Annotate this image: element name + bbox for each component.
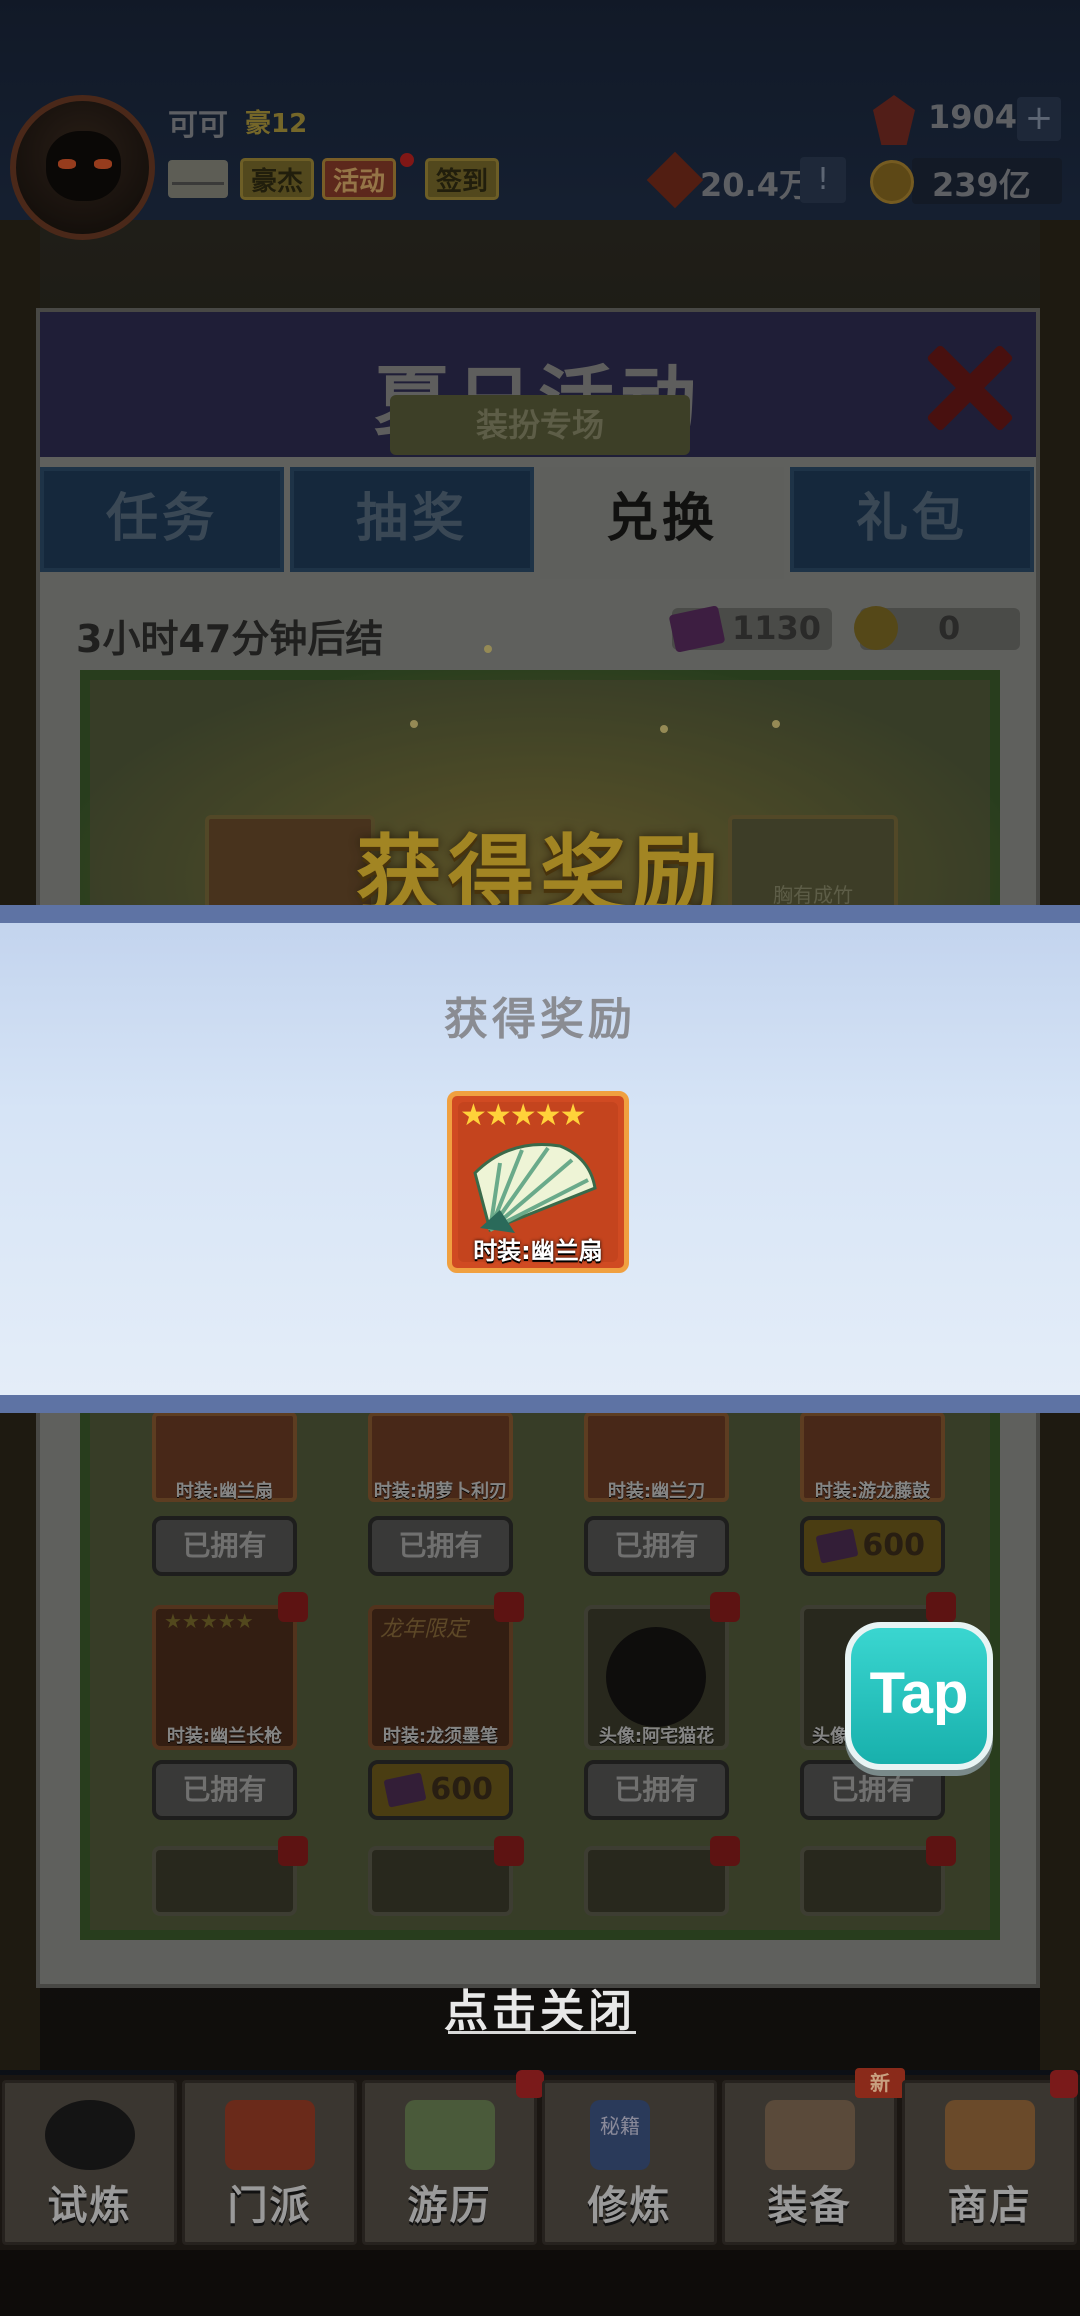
tap-to-close[interactable]: 点击关闭 [0, 1975, 1080, 2039]
close-hint-underline [448, 2031, 636, 2034]
red-badge [1050, 2070, 1078, 2098]
star-rating: ★★★★★ [460, 1098, 586, 1133]
reward-item-label: 时装:幽兰扇 [473, 1237, 603, 1265]
nav-label-travel: 游历 [407, 2183, 492, 2229]
bottom-strip [0, 2250, 1080, 2316]
book-title: 秘籍 [600, 2114, 640, 2138]
reward-popup: 获得奖励 ★★★★★ 时装:幽兰扇 [0, 905, 1080, 1413]
mountain-icon [405, 2100, 495, 2170]
tap-label: Tap [869, 1661, 969, 1726]
ninja-icon [45, 2100, 135, 2170]
sword-icon [765, 2100, 855, 2170]
nav-label-equipment: 装备 [767, 2183, 852, 2229]
nav-label-sect: 门派 [227, 2183, 312, 2229]
temple-icon [225, 2100, 315, 2170]
nav-label-trial: 试炼 [47, 2183, 132, 2229]
popup-title: 获得奖励 [444, 994, 636, 1045]
new-badge: 新 [855, 2068, 905, 2098]
nav-label-cultivate: 修炼 [587, 2183, 672, 2229]
shop-icon [945, 2100, 1035, 2170]
nav-label-shop: 商店 [947, 2183, 1032, 2229]
taptap-button[interactable]: Tap [845, 1622, 993, 1770]
red-badge [516, 2070, 544, 2098]
reward-item-card[interactable]: ★★★★★ 时装:幽兰扇 [447, 1091, 629, 1273]
secret-book-icon: 秘籍 [590, 2100, 650, 2170]
fan-icon [473, 1143, 597, 1233]
